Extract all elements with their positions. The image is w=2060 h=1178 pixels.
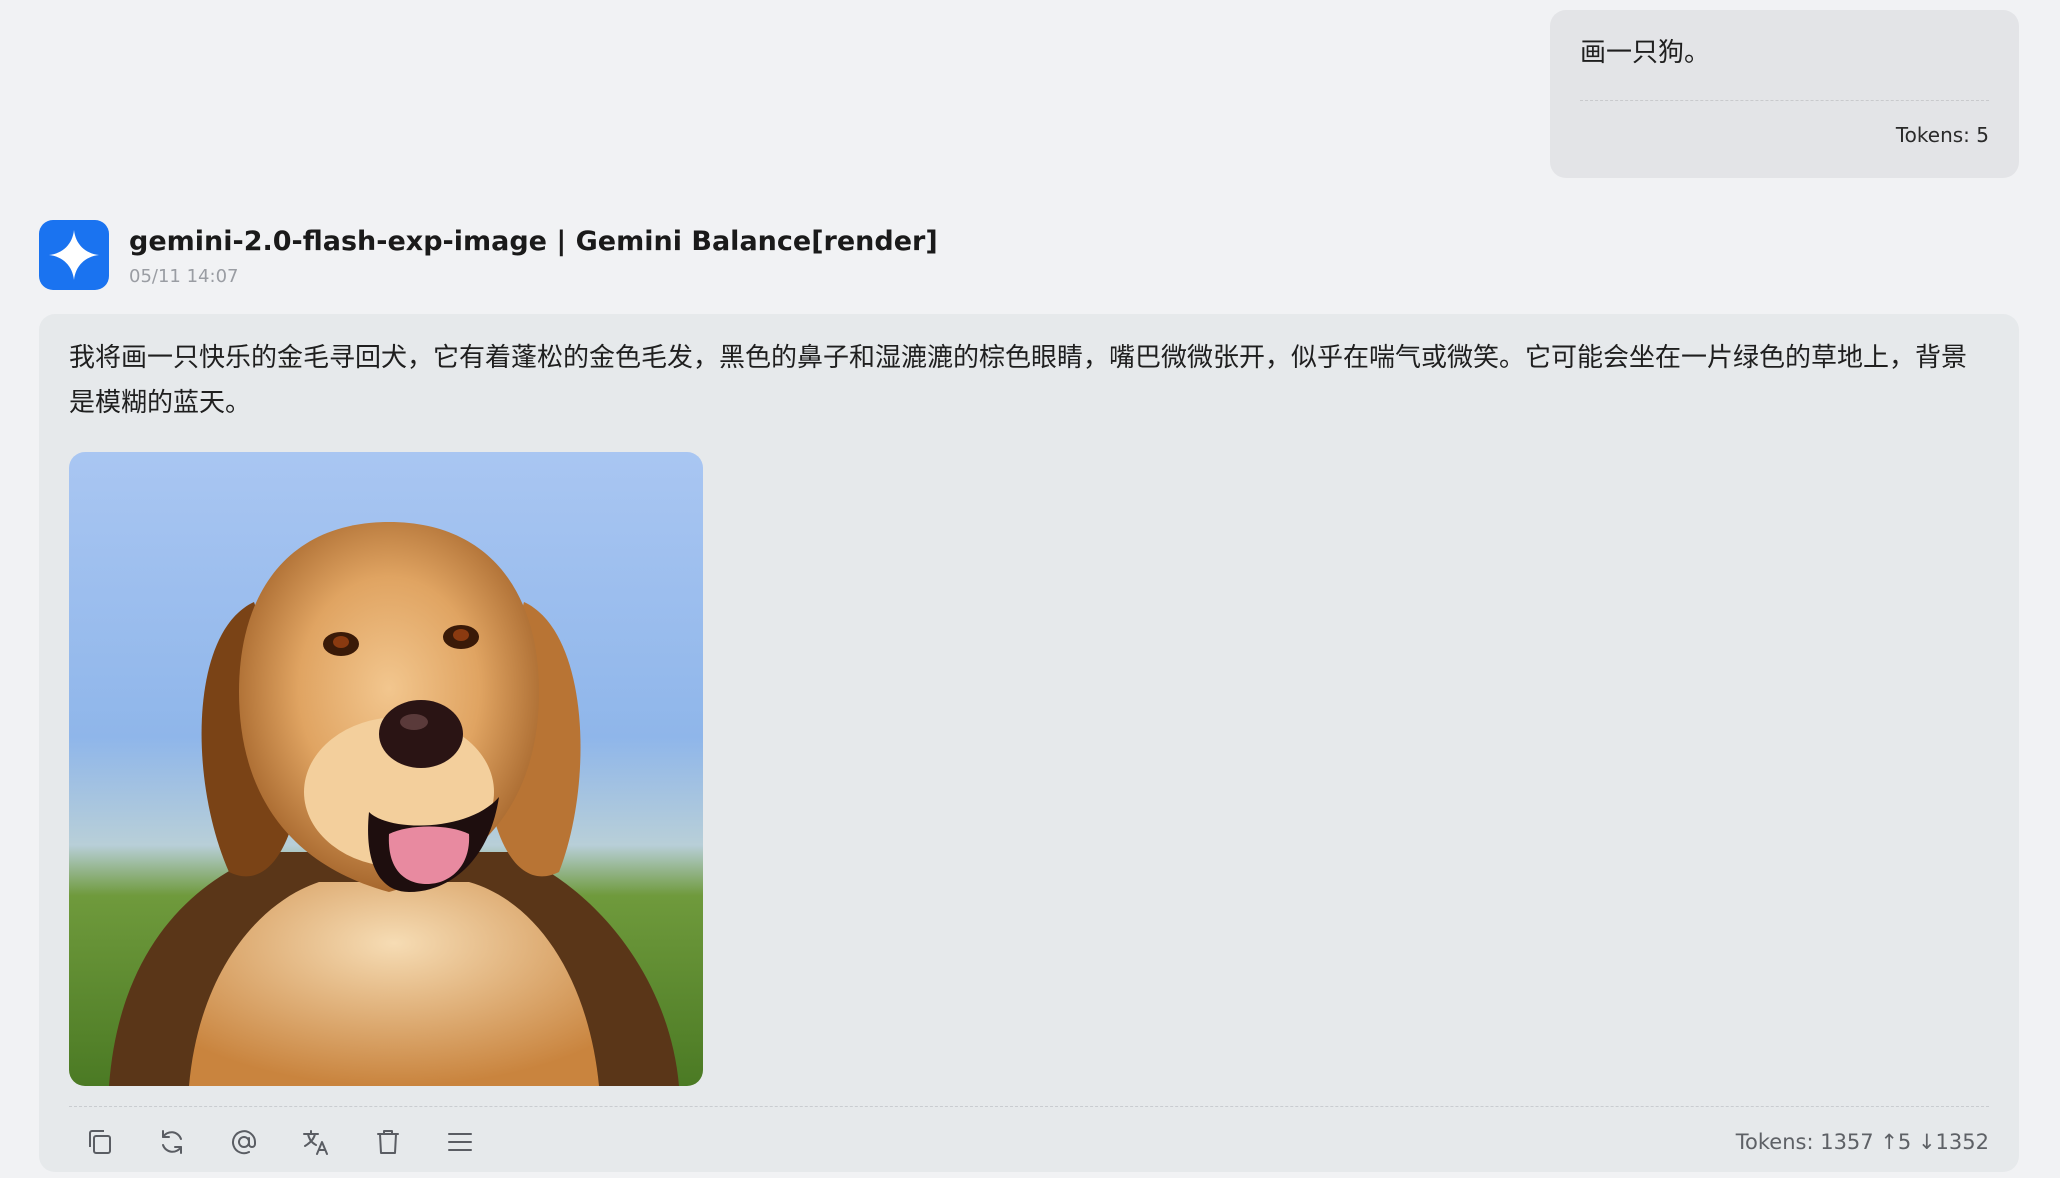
- copy-icon: [89, 1130, 111, 1154]
- model-name: gemini-2.0-flash-exp-image | Gemini Bala…: [129, 226, 938, 257]
- user-message-bubble: 画一只狗。 Tokens: 5: [1550, 10, 2019, 178]
- assistant-message-text: 我将画一只快乐的金毛寻回犬，它有着蓬松的金色毛发，黑色的鼻子和湿漉漉的棕色眼睛，…: [69, 343, 1968, 418]
- user-message-text: 画一只狗。: [1580, 38, 1711, 68]
- divider: [1580, 100, 1989, 101]
- assistant-message-card: 我将画一只快乐的金毛寻回犬，它有着蓬松的金色毛发，黑色的鼻子和湿漉漉的棕色眼睛，…: [39, 314, 2019, 1172]
- refresh-icon: [162, 1130, 182, 1154]
- copy-button[interactable]: [79, 1121, 121, 1163]
- assistant-header: gemini-2.0-flash-exp-image | Gemini Bala…: [39, 220, 938, 292]
- at-icon: [232, 1130, 256, 1155]
- gemini-sparkle-icon: [49, 230, 99, 280]
- message-action-bar: Tokens: 1357 ↑5 ↓1352: [69, 1107, 1989, 1177]
- translate-icon: [303, 1130, 328, 1155]
- avatar: [39, 220, 109, 290]
- menu-icon: [448, 1133, 472, 1151]
- generated-dog-image[interactable]: [69, 452, 703, 1086]
- regenerate-button[interactable]: [151, 1121, 193, 1163]
- trash-icon: [377, 1130, 399, 1154]
- more-menu-button[interactable]: [439, 1121, 481, 1163]
- message-timestamp: 05/11 14:07: [129, 266, 239, 287]
- delete-button[interactable]: [367, 1121, 409, 1163]
- assistant-token-count: Tokens: 1357 ↑5 ↓1352: [1735, 1130, 1989, 1154]
- user-token-count: Tokens: 5: [1895, 123, 1989, 147]
- mention-button[interactable]: [223, 1121, 265, 1163]
- translate-button[interactable]: [295, 1121, 337, 1163]
